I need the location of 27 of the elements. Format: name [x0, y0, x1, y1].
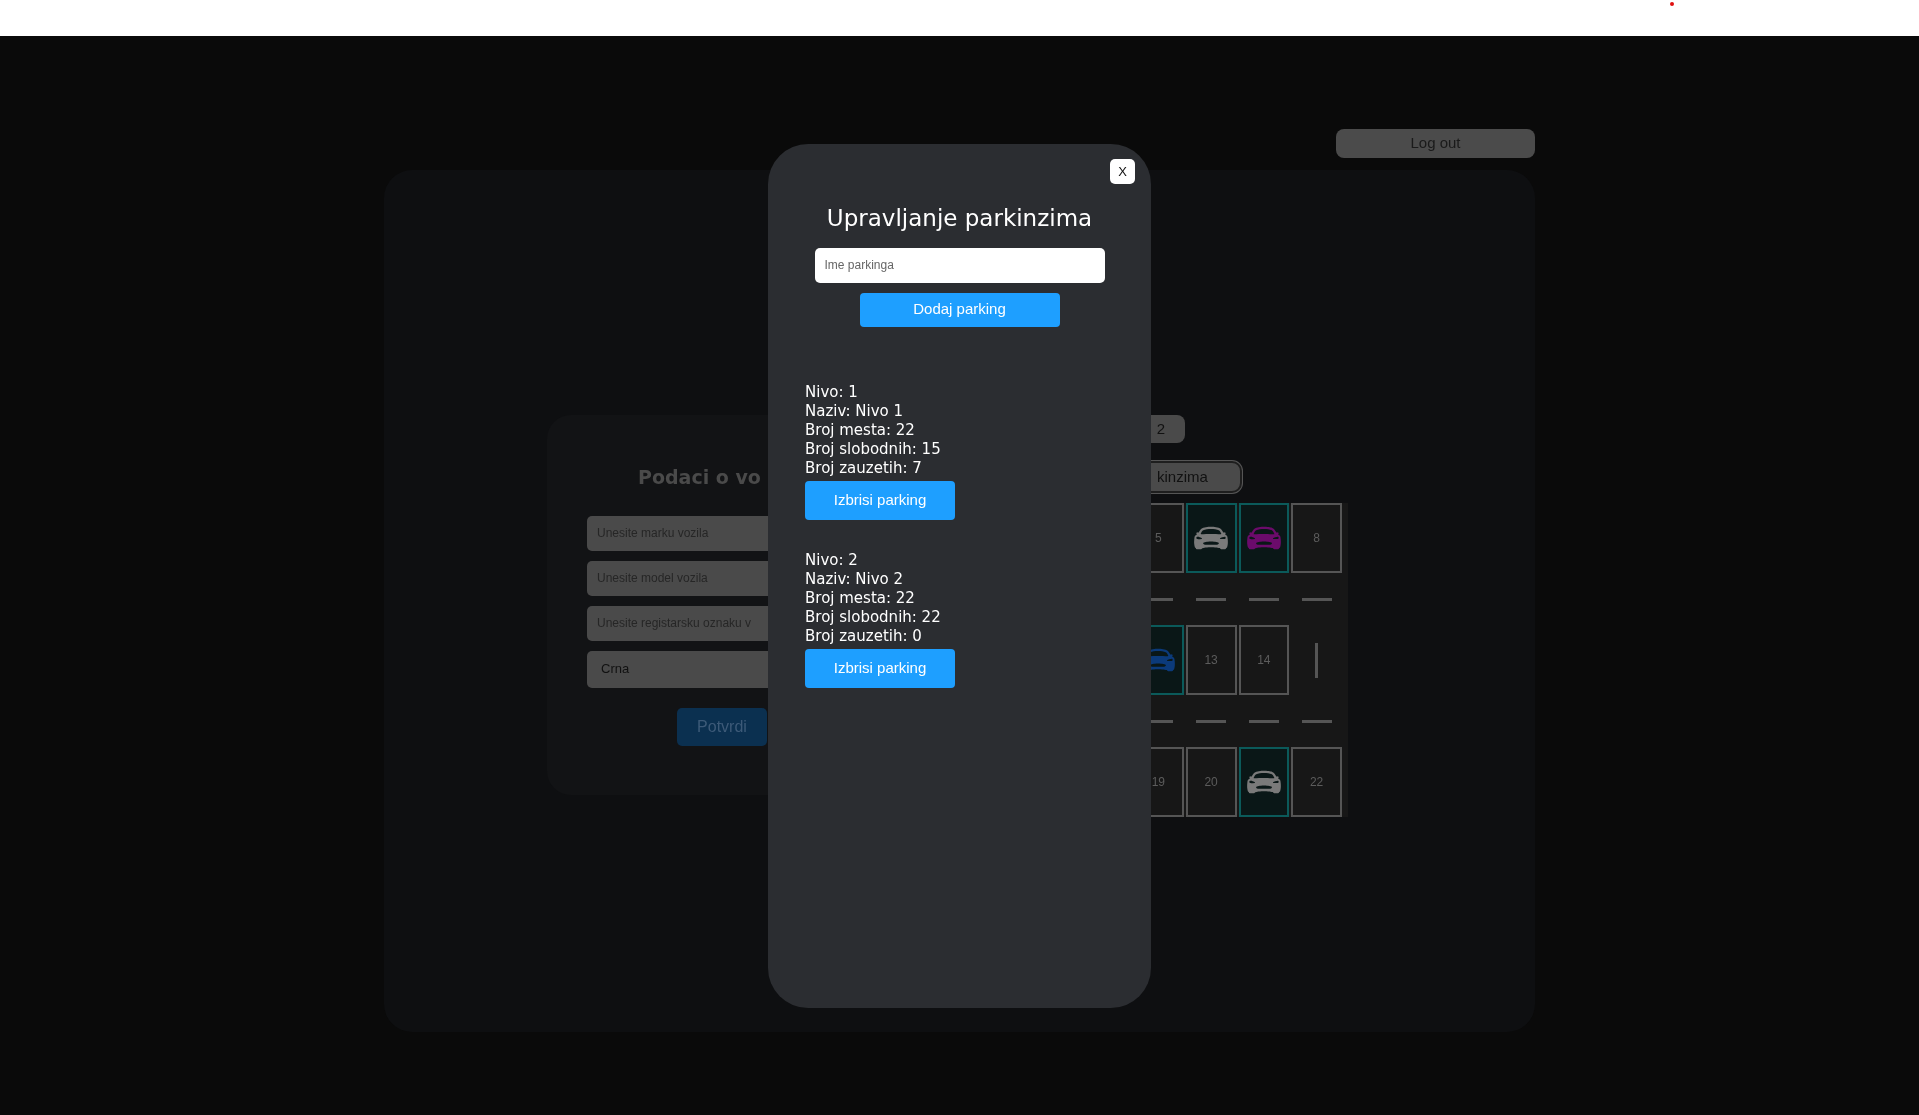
close-button[interactable]: X	[1110, 159, 1135, 184]
delete-parking-button[interactable]: Izbrisi parking	[805, 480, 955, 520]
level-info-line: Broj slobodnih: 15	[805, 439, 941, 459]
parking-space[interactable]: 22	[1291, 747, 1342, 817]
delete-parking-button[interactable]: Izbrisi parking	[805, 648, 955, 688]
lane-marking	[1301, 597, 1332, 601]
form-title: Podaci o vo	[638, 465, 761, 490]
lane-marking	[1301, 719, 1332, 723]
lane-marking	[1196, 597, 1227, 601]
parking-space[interactable]: 14	[1238, 625, 1290, 695]
parking-space[interactable]: 13	[1185, 625, 1237, 695]
occupied-parking-space[interactable]	[1185, 503, 1237, 573]
occupied-parking-space[interactable]	[1238, 747, 1290, 817]
parking-name-field[interactable]: Ime parkinga	[814, 247, 1105, 283]
modal-title: Upravljanje parkinzima	[825, 204, 1094, 233]
level-info-line: Nivo: 1	[805, 382, 858, 402]
occupied-parking-space[interactable]	[1238, 503, 1290, 573]
lane-marking	[1196, 719, 1227, 723]
parking-space[interactable]: 20	[1185, 747, 1237, 817]
lane-marking	[1248, 597, 1279, 601]
level-info-line: Broj mesta: 22	[805, 420, 915, 440]
level-info-line: Naziv: Nivo 1	[805, 401, 904, 421]
add-parking-button[interactable]: Dodaj parking	[859, 292, 1060, 327]
parking-space[interactable]: 8	[1291, 503, 1342, 573]
lane-marker	[1315, 642, 1319, 678]
lane-marking	[1248, 719, 1279, 723]
level-info-line: Broj zauzetih: 7	[805, 458, 922, 478]
